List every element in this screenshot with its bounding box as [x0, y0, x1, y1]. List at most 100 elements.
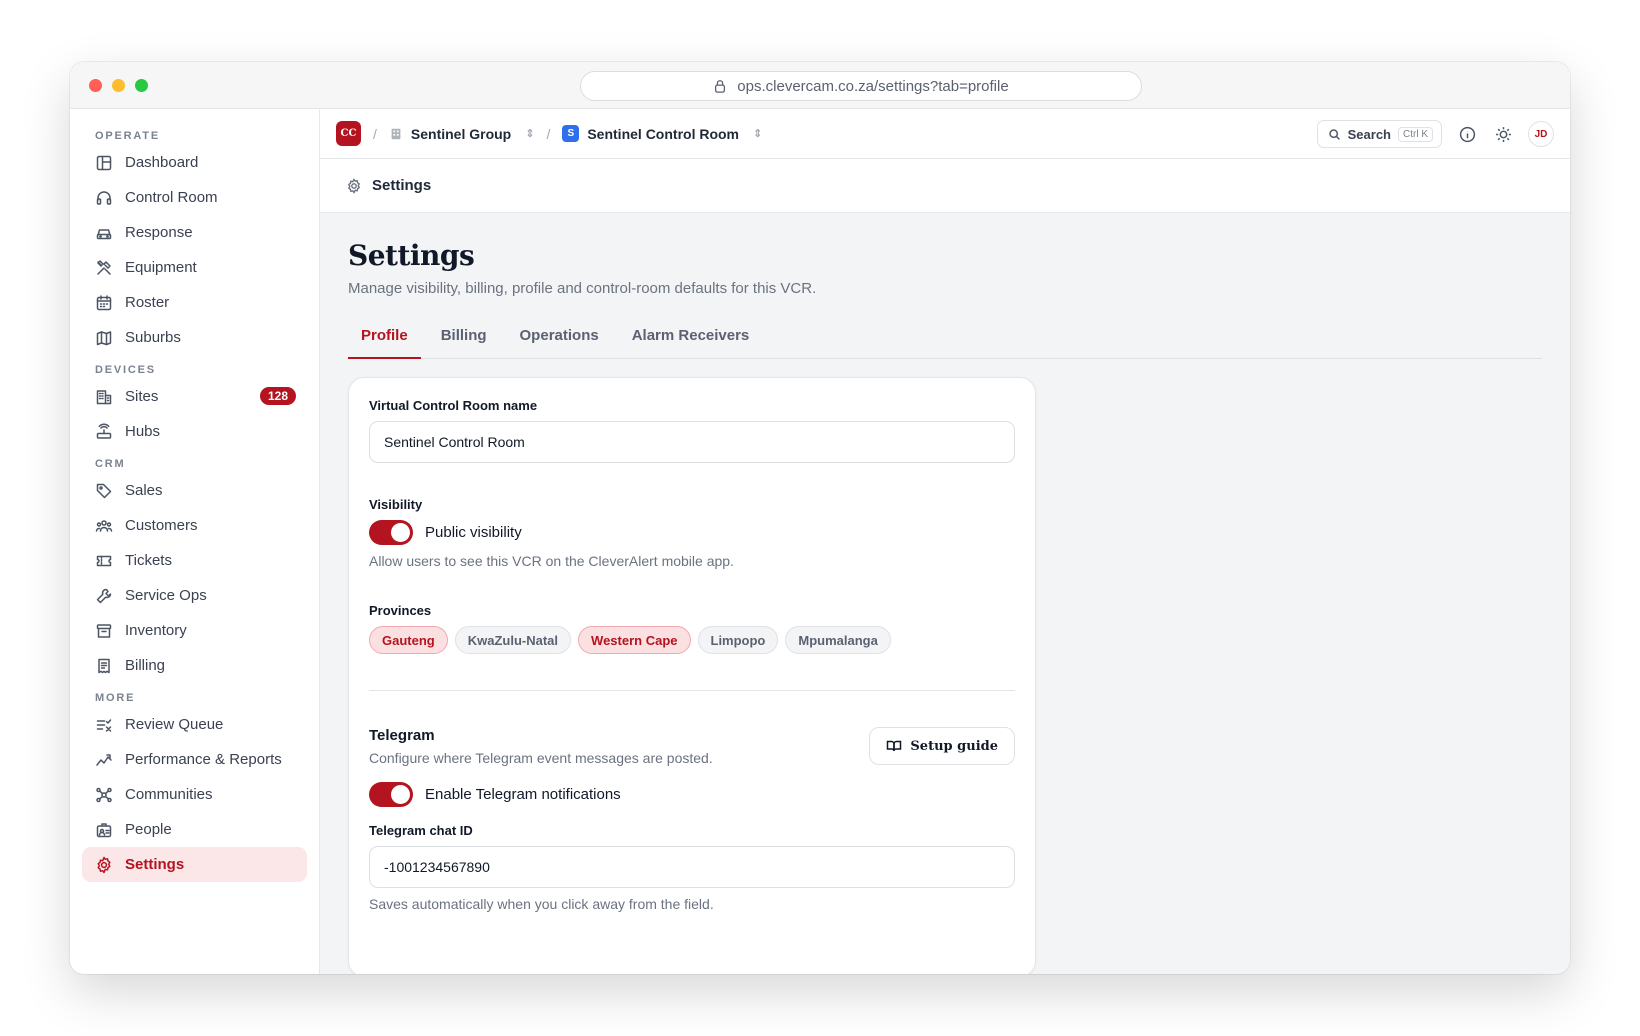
org-switcher[interactable]: Sentinel Group ⇕ [389, 126, 535, 142]
sidebar-section-more: MORE [95, 692, 136, 704]
sidebar-item-roster[interactable]: Roster [70, 285, 307, 320]
search-icon [1328, 128, 1340, 140]
search-button[interactable]: Search Ctrl K [1316, 120, 1442, 148]
sidebar-item-label: Customers [125, 517, 198, 534]
visibility-help: Allow users to see this VCR on the Cleve… [369, 553, 734, 569]
sidebar-item-people[interactable]: People [70, 812, 307, 847]
sidebar-item-communities[interactable]: Communities [70, 777, 307, 812]
address-bar[interactable]: ops.clevercam.co.za/settings?tab=profile [580, 71, 1142, 101]
archive-icon [95, 622, 113, 640]
province-chip-western-cape[interactable]: Western Cape [578, 626, 691, 654]
list-check-icon [95, 716, 113, 734]
chat-id-label: Telegram chat ID [369, 823, 473, 838]
calendar-icon [95, 294, 113, 312]
sidebar-item-equipment[interactable]: Equipment [70, 250, 307, 285]
building-icon [95, 388, 113, 406]
room-badge: S [562, 125, 580, 142]
tab-operations[interactable]: Operations [507, 323, 612, 359]
sidebar-item-label: Suburbs [125, 329, 181, 346]
sidebar-item-suburbs[interactable]: Suburbs [70, 320, 307, 355]
tag-icon [95, 482, 113, 500]
provinces-list: Gauteng KwaZulu-Natal Western Cape Limpopo M… [369, 626, 1015, 654]
sidebar-item-control-room[interactable]: Control Room [70, 180, 307, 215]
network-icon [95, 786, 113, 804]
sidebar-item-label: Hubs [125, 423, 161, 440]
sidebar-item-customers[interactable]: Customers [70, 508, 307, 543]
province-chip-gauteng[interactable]: Gauteng [369, 626, 448, 654]
headset-icon [95, 189, 113, 207]
search-label: Search [1347, 126, 1391, 142]
search-shortcut: Ctrl K [1398, 126, 1433, 142]
sidebar-item-review-queue[interactable]: Review Queue [70, 707, 307, 742]
tab-billing[interactable]: Billing [428, 323, 500, 359]
sidebar-section-crm: CRM [95, 458, 126, 470]
sidebar-item-label: Billing [125, 657, 166, 674]
sidebar-item-label: Performance & Reports [125, 751, 282, 768]
setup-guide-label: Setup guide [910, 738, 998, 754]
sidebar: OPERATE Dashboard Control Room Response Equi… [70, 109, 320, 974]
sidebar-item-sales[interactable]: Sales [70, 473, 307, 508]
info-button[interactable] [1456, 123, 1478, 145]
public-visibility-toggle[interactable] [369, 520, 413, 545]
maximize-window-button[interactable] [135, 79, 148, 92]
sidebar-item-response[interactable]: Response [70, 215, 307, 250]
sidebar-item-label: Dashboard [125, 154, 199, 171]
app-logo[interactable]: CC [336, 121, 361, 146]
gear-icon [347, 177, 361, 194]
sidebar-item-label: Equipment [125, 259, 197, 276]
chat-id-input[interactable]: -1001234567890 [369, 846, 1015, 888]
room-switcher[interactable]: S Sentinel Control Room ⇕ [562, 125, 762, 142]
setup-guide-button[interactable]: Setup guide [869, 727, 1015, 765]
sidebar-item-service-ops[interactable]: Service Ops [70, 578, 307, 613]
sidebar-item-label: Review Queue [125, 716, 224, 733]
page-header-title: Settings [372, 177, 432, 194]
province-chip-mpumalanga[interactable]: Mpumalanga [785, 626, 891, 654]
chevron-updown-icon: ⇕ [753, 128, 763, 140]
car-icon [95, 224, 113, 242]
theme-toggle-button[interactable] [1492, 123, 1514, 145]
sidebar-item-label: Communities [125, 786, 213, 803]
sidebar-item-label: Settings [125, 856, 185, 873]
receipt-icon [95, 657, 113, 675]
close-window-button[interactable] [89, 79, 102, 92]
user-avatar[interactable]: JD [1528, 121, 1554, 147]
sidebar-item-dashboard[interactable]: Dashboard [70, 145, 307, 180]
telegram-toggle[interactable] [369, 782, 413, 807]
tab-profile[interactable]: Profile [348, 323, 421, 359]
sidebar-item-sites[interactable]: Sites 128 [70, 379, 307, 414]
provinces-label: Provinces [369, 603, 432, 618]
province-chip-kwazulu-natal[interactable]: KwaZulu-Natal [454, 626, 572, 654]
page-header-bar: Settings [320, 159, 1570, 213]
url-text: ops.clevercam.co.za/settings?tab=profile [737, 77, 1009, 95]
section-divider [369, 690, 1015, 691]
count-badge: 128 [259, 387, 296, 405]
sidebar-item-label: People [125, 821, 172, 838]
tab-alarm-receivers[interactable]: Alarm Receivers [619, 323, 763, 359]
chevron-updown-icon: ⇕ [525, 128, 535, 140]
users-icon [95, 517, 113, 535]
tools-icon [95, 259, 113, 277]
sidebar-item-inventory[interactable]: Inventory [70, 613, 307, 648]
province-chip-limpopo[interactable]: Limpopo [697, 626, 779, 654]
page-title: Settings [348, 239, 475, 272]
router-icon [95, 423, 113, 441]
sidebar-item-hubs[interactable]: Hubs [70, 414, 307, 449]
sidebar-item-label: Sales [125, 482, 163, 499]
id-badge-icon [95, 821, 113, 839]
wrench-icon [95, 587, 113, 605]
sun-icon [1495, 126, 1511, 142]
lock-icon [715, 80, 726, 93]
sidebar-item-tickets[interactable]: Tickets [70, 543, 307, 578]
sidebar-item-label: Inventory [125, 622, 187, 639]
profile-card: Virtual Control Room name Sentinel Contr… [348, 377, 1036, 974]
sidebar-item-performance-reports[interactable]: Performance & Reports [70, 742, 307, 777]
info-icon [1459, 126, 1475, 142]
vcr-name-input[interactable]: Sentinel Control Room [369, 421, 1015, 463]
sidebar-item-label: Control Room [125, 189, 218, 206]
sidebar-item-settings[interactable]: Settings [82, 847, 307, 882]
sidebar-section-devices: DEVICES [95, 364, 156, 376]
page-description: Manage visibility, billing, profile and … [348, 280, 817, 297]
minimize-window-button[interactable] [112, 79, 125, 92]
sidebar-item-billing[interactable]: Billing [70, 648, 307, 683]
sidebar-item-label: Tickets [125, 552, 172, 569]
